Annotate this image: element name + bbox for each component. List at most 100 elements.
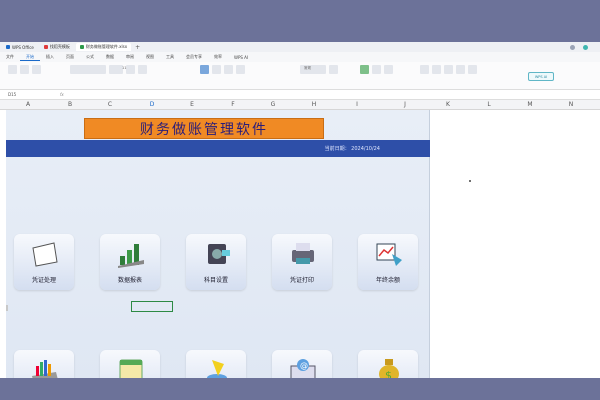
menu-item[interactable]: 插入 (40, 54, 60, 60)
tab-wps-home[interactable]: WPS Office (2, 43, 38, 51)
column-label[interactable]: I (356, 101, 358, 108)
money-bag-icon: $ (374, 356, 404, 378)
align-group (200, 65, 245, 74)
ribbon-toolbar: 11 常规 WPS AI (0, 62, 600, 90)
menu-item[interactable]: WPS AI (228, 55, 254, 60)
cut-icon[interactable] (20, 65, 29, 74)
find-icon[interactable] (468, 65, 477, 74)
menu-item[interactable]: 数据 (100, 54, 120, 60)
column-label[interactable]: F (231, 101, 234, 108)
app-title: 财务做账管理软件 (140, 121, 268, 138)
column-label[interactable]: G (271, 101, 276, 108)
spreadsheet-window: WPS Office 找稻壳模板 财务做账管理软件.xlsx + 文件 开始 插入页… (0, 42, 600, 378)
column-label[interactable]: E (190, 101, 194, 108)
styles-group (360, 65, 393, 74)
column-header: A B C D E F G H I J K L M N (0, 100, 600, 110)
menu-item[interactable]: 工具 (160, 54, 180, 60)
menu-item[interactable]: 视图 (140, 54, 160, 60)
window-controls (570, 44, 588, 50)
italic-icon[interactable] (138, 65, 147, 74)
printer-icon (288, 240, 318, 268)
menu-item[interactable]: 页面 (60, 54, 80, 60)
bold-icon[interactable] (126, 65, 135, 74)
align-right-icon[interactable] (224, 65, 233, 74)
tile-button[interactable]: 科目设置 (186, 234, 246, 290)
column-label[interactable]: B (68, 101, 72, 108)
new-tab-button[interactable]: + (135, 44, 140, 51)
date-bar: 当前日期： 2024/10/24 (6, 140, 430, 157)
column-label[interactable]: C (108, 101, 112, 108)
menu-item[interactable]: 会员专享 (180, 54, 208, 60)
paste-icon[interactable] (8, 65, 17, 74)
percent-icon[interactable] (329, 65, 338, 74)
wps-icon (6, 45, 10, 49)
conditional-format-icon[interactable] (360, 65, 369, 74)
filter-icon[interactable] (432, 65, 441, 74)
tile-button[interactable]: 利润表 (14, 350, 74, 378)
date-label: 当前日期： 2024/10/24 (324, 146, 380, 152)
fill-icon[interactable] (456, 65, 465, 74)
tile-button[interactable]: 数据报表 (100, 234, 160, 290)
column-label[interactable]: J (404, 101, 406, 108)
tile-button[interactable]: 凭证处理 (14, 234, 74, 290)
merge-icon[interactable] (236, 65, 245, 74)
mail-icon: @ (288, 356, 318, 378)
tile-label: 科目设置 (203, 277, 228, 284)
taskbar (0, 378, 600, 400)
clipboard-group (8, 65, 41, 74)
menu-item[interactable]: 效率 (208, 54, 228, 60)
tile-label: 凭证处理 (31, 277, 56, 284)
app-title-banner: 财务做账管理软件 (84, 118, 324, 139)
menu-bar: 文件 开始 插入 页面 公式 数据 审阅 视图 工具 会员专享 效率 WPS AI (0, 52, 600, 62)
column-label[interactable]: M (527, 101, 532, 108)
pin-icon (202, 356, 232, 378)
tile-button[interactable]: $余额表 (358, 350, 418, 378)
spreadsheet-icon (79, 45, 84, 49)
tile-button[interactable]: 明细账 (186, 350, 246, 378)
sync-icon[interactable] (583, 44, 588, 50)
column-label[interactable]: K (446, 101, 450, 108)
wps-ai-badge[interactable]: WPS AI (528, 72, 554, 81)
tab-label: 财务做账管理软件.xlsx (85, 44, 128, 49)
column-label[interactable]: L (487, 101, 490, 108)
font-family-dropdown[interactable] (70, 65, 106, 74)
svg-text:@: @ (300, 361, 308, 370)
column-label[interactable]: N (569, 101, 574, 108)
font-size-dropdown[interactable] (109, 65, 123, 74)
svg-text:$: $ (385, 369, 392, 378)
selected-cell[interactable] (131, 301, 173, 312)
account-icon[interactable] (570, 44, 575, 50)
sheet-area[interactable]: 财务做账管理软件 当前日期： 2024/10/24 凭证处理 数据报表 科目设置 凭证… (0, 110, 600, 378)
title-bar: WPS Office 找稻壳模板 财务做账管理软件.xlsx + (0, 42, 600, 52)
align-center-icon[interactable] (212, 65, 221, 74)
column-label[interactable]: A (26, 101, 30, 108)
column-label[interactable]: D (150, 101, 155, 108)
editing-group (420, 65, 477, 74)
font-size-value: 11 (122, 66, 127, 70)
align-left-icon[interactable] (200, 65, 209, 74)
cursor-dot (469, 180, 471, 182)
tile-button[interactable]: 年终余额 (358, 234, 418, 290)
menu-item[interactable]: 审阅 (120, 54, 140, 60)
bar-chart-icon (30, 356, 60, 378)
menu-item[interactable]: 公式 (80, 54, 100, 60)
template-icon (43, 45, 48, 49)
number-format-value: 常规 (304, 66, 311, 70)
column-label[interactable]: H (312, 101, 317, 108)
fx-icon[interactable]: fx (60, 92, 64, 97)
sort-icon[interactable] (444, 65, 453, 74)
tab-workbook[interactable]: 财务做账管理软件.xlsx (75, 43, 132, 51)
cell-style-icon[interactable] (384, 65, 393, 74)
font-group (70, 65, 147, 74)
menu-item[interactable]: 文件 (0, 54, 20, 60)
name-box[interactable]: D15 (0, 92, 40, 97)
menu-item[interactable]: 开始 (20, 54, 40, 61)
tile-button[interactable]: 资产负债表 (100, 350, 160, 378)
tab-template[interactable]: 找稻壳模板 (40, 43, 74, 51)
table-style-icon[interactable] (372, 65, 381, 74)
tile-label: 数据报表 (117, 277, 142, 284)
tile-button[interactable]: @总账报表 (272, 350, 332, 378)
sum-icon[interactable] (420, 65, 429, 74)
format-painter-icon[interactable] (32, 65, 41, 74)
tile-button[interactable]: 凭证打印 (272, 234, 332, 290)
